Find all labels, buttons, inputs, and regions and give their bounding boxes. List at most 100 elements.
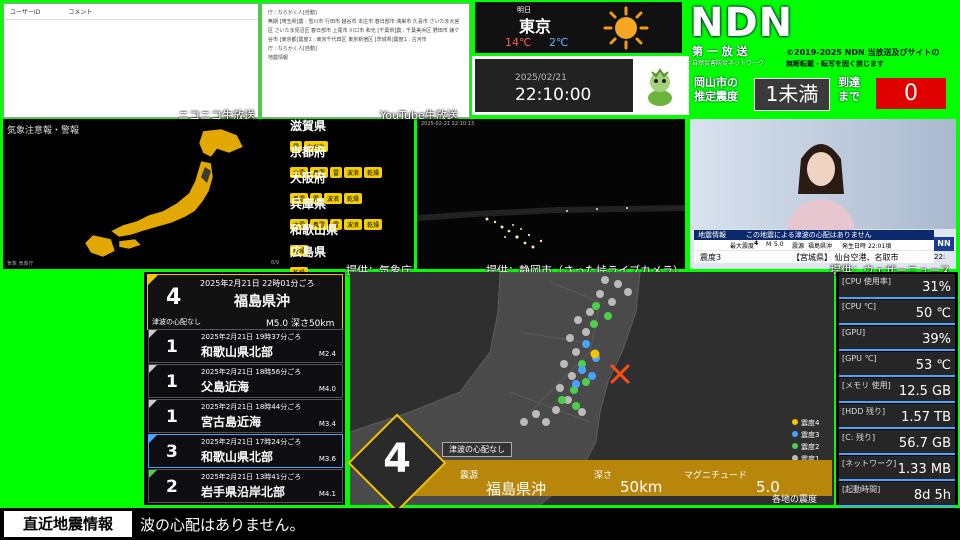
quake-history-item: 1 2025年2月21日 18時44分ごろ 宮古島近海 M3.4 [148,399,343,433]
stat-item: [GPU] 39% [839,326,955,351]
youtube-comment-panel: 庁 : ならかく人[自動] 無期 [埼玉県]震 : 雪川市 行田市 越谷市 本庄… [261,3,470,118]
prefecture-name: 滋賀県 [290,119,327,133]
legend-label: 震度4 [801,419,820,427]
quake-history-item: 1 2025年2月21日 18時56分ごろ 父島近海 M4.0 [148,364,343,398]
history-datetime: 2025年2月21日 19時37分ごろ [201,333,302,341]
latest-detail: M5.0 深さ50km [266,319,335,329]
legend-item: 震度3 [792,430,819,440]
history-datetime: 2025年2月21日 18時56分ごろ [201,368,302,376]
history-intensity: 3 [166,442,178,462]
clock-box: 2025/02/21 22:10:00 [475,59,633,112]
news-logo: NN [934,237,954,251]
history-place: 和歌山県北部 [201,450,274,464]
arrival-value-box: 0 [876,78,946,109]
history-mag: M4.0 [318,385,336,393]
stat-value: 39% [922,332,951,347]
history-place: 宮古島近海 [201,415,262,429]
weather-warning-panel: 気象注意報・警報 気象 気象庁 6/9 滋賀県 雷なだれ 京都府 大雪 風雪雷波浪… [3,119,414,278]
news-clock: 22: [934,253,946,261]
warning-tag: 波浪 [344,219,363,230]
stat-item: [CPU ℃] 50 ℃ [839,300,955,325]
latest-place: 福島県沖 [234,294,290,310]
history-corner [149,330,157,338]
epicenter-label: 震源 [460,471,479,481]
clock-date: 2025/02/21 [515,73,567,83]
depth-label: 深さ [594,471,613,481]
history-place: 岩手県沿岸北部 [201,485,286,499]
legend-item: 震度2 [792,442,819,452]
legend-label: 震度2 [801,443,820,451]
legend-label: 震度3 [801,431,820,439]
warning-page: 6/9 [271,260,280,266]
intensity-tsunami: 津波の心配なし [442,442,512,457]
comment-header: ユーザーID コメント [4,4,258,20]
quake-history-item: 1 2025年2月21日 19時37分ごろ 和歌山県北部 M2.4 [148,329,343,363]
legend-swatch [792,419,798,425]
niconico-comment-panel: ユーザーID コメント [3,3,259,118]
latest-datetime: 2025年2月21日 22時01分ごろ [200,279,315,288]
legend-item: 震度4 [792,418,819,428]
copyright-line2: 無断転載・転写を固く禁じます [786,60,884,68]
history-intensity: 1 [166,337,178,357]
arrival-value: 0 [904,81,918,106]
news-time: 22:01頃 [868,243,892,250]
quake-history-item: 3 2025年2月21日 17時24分ごろ 和歌山県北部 M3.6 [148,434,343,468]
news-max-int: 4 [754,240,759,247]
stat-value: 8d 5h [913,488,951,503]
news-mag-label: M [766,241,772,248]
quake-list-panel: 4 2025年2月21日 22時01分ごろ 福島県沖 津波の心配なし M5.0 … [144,272,345,505]
stat-value: 1.33 MB [897,462,951,477]
stat-label: [ネットワーク] [842,459,897,468]
stat-item: [CPU 使用率] 31% [839,274,955,299]
news-label-strip: 地震情報 この地震による津波の心配はありません [694,230,934,240]
history-place: 和歌山県北部 [201,345,274,359]
history-intensity: 2 [166,477,178,497]
clock-panel: 2025/02/21 22:10:00 [472,56,689,115]
intensity-footer: 各地の震度 [772,495,818,505]
stat-value: 31% [922,280,951,295]
latest-intensity: 4 [166,285,182,310]
estimate-label-2: 推定震度 [694,90,738,103]
stat-label: [CPU ℃] [842,302,877,311]
history-datetime: 2025年2月21日 13時41分ごろ [201,473,302,481]
legend-swatch [792,431,798,437]
latest-corner [148,275,158,285]
mascot-icon [648,68,672,106]
stat-value: 1.57 TB [901,410,951,425]
prefecture-name: 広島県 [290,245,327,259]
stat-label: [C: 残り] [842,433,876,442]
system-stats-panel: [CPU 使用率] 31% [CPU ℃] 50 ℃ [GPU] 39% [GPU ℃… [836,272,958,507]
warning-footer-left: 気象 気象庁 [7,261,34,267]
news-data-strip: 最大震度 4 M 5.0 震源 福島県沖 発生日時 22:01頃 [694,240,934,250]
news-int-line-label: 震度3 [700,253,722,262]
copyright-line1: ©2019-2025 NDN 当放送及びサイトの [786,48,940,57]
brand-subtitle: 第 一 放 送 [692,45,748,58]
stat-item: [HDD 残り] 1.57 TB [839,404,955,429]
ticker-text: 波の心配はありません。 [140,516,305,534]
stat-item: [ネットワーク] 1.33 MB [839,456,955,481]
news-headline: この地震による津波の心配はありません [746,231,872,239]
history-datetime: 2025年2月21日 18時44分ごろ [201,403,302,411]
weather-city: 東京 [519,17,552,36]
japan-map [84,128,244,258]
history-datetime: 2025年2月21日 17時24分ごろ [201,438,302,446]
stat-value: 53 ℃ [915,358,951,373]
youtube-comment-text: 庁 : ならかく人[自動] 無期 [埼玉県]震 : 雪川市 行田市 越谷市 本庄… [268,10,460,61]
sun-icon [603,6,649,50]
latest-quake: 4 2025年2月21日 22時01分ごろ 福島県沖 津波の心配なし M5.0 … [147,274,343,330]
history-place: 父島近海 [201,380,250,394]
stat-value: 12.5 GB [898,384,951,399]
history-mag: M3.6 [318,455,336,463]
weather-low: 2℃ [549,36,569,49]
weather-high: 14℃ [505,36,532,49]
history-mag: M3.4 [318,420,336,428]
stat-label: [HDD 残り] [842,407,886,416]
news-label: 地震情報 [698,231,726,239]
news-broadcast-panel: 地震情報 この地震による津波の心配はありません 最大震度 4 M 5.0 震源 … [690,119,956,269]
prefecture-name: 兵庫県 [290,197,327,211]
stat-label: [メモリ 使用] [842,381,891,390]
night-city-lights [417,205,685,249]
history-mag: M4.1 [318,490,336,498]
anchor-figure [786,144,856,239]
history-intensity: 1 [166,372,178,392]
